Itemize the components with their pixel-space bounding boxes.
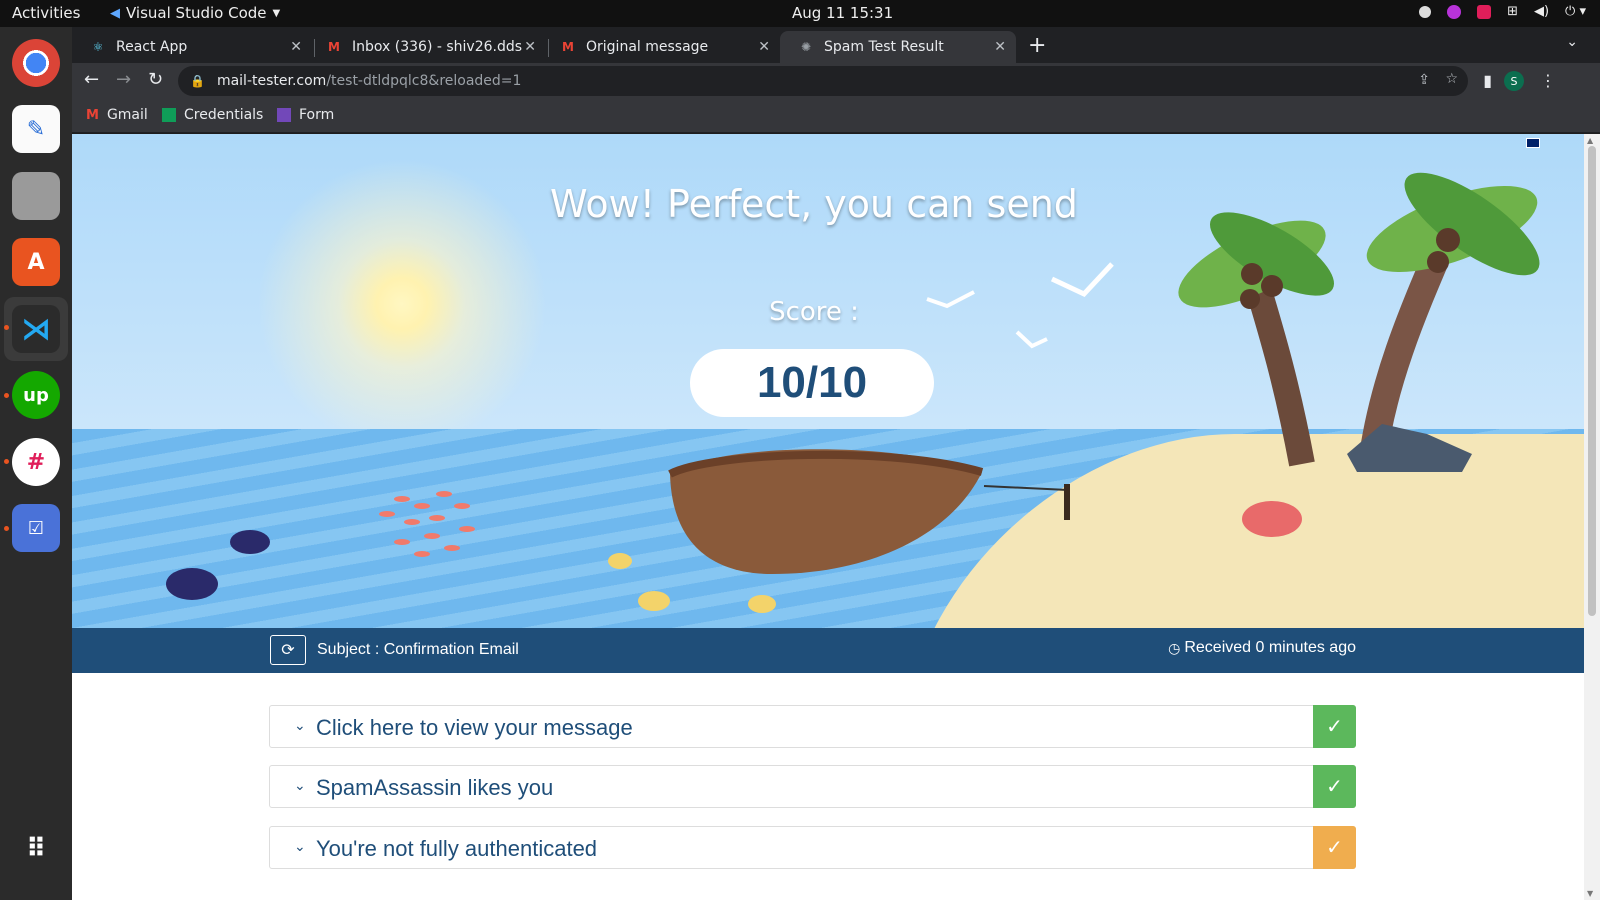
app-menu[interactable]: ◀ Visual Studio Code ▼: [110, 4, 280, 22]
check-label: SpamAssassin likes you: [316, 775, 554, 800]
side-panel-icon[interactable]: ▮: [1483, 71, 1492, 90]
forms-icon: [277, 108, 291, 122]
tab-label: Inbox (336) - shiv26.dds@: [352, 39, 522, 55]
check-panel-authentication[interactable]: ⌄ You're not fully authenticated ✓: [269, 826, 1356, 869]
chevron-down-icon: ⌄: [294, 717, 306, 733]
activities-button[interactable]: Activities: [12, 4, 80, 22]
forward-icon[interactable]: →: [116, 69, 131, 90]
score-value: 10/10: [690, 349, 934, 417]
lock-icon[interactable]: 🔒: [190, 74, 205, 88]
network-icon[interactable]: ⊞: [1507, 4, 1518, 19]
hero-illustration: Wow! Perfect, you can send Score : 10/10: [72, 134, 1584, 628]
star-icon[interactable]: ☆: [1445, 71, 1458, 87]
bookmark-label: Gmail: [106, 107, 148, 123]
running-indicator: [4, 325, 9, 330]
close-tab-icon[interactable]: ✕: [524, 39, 536, 55]
sheets-icon: [162, 108, 176, 122]
bookmark-label: Form: [299, 107, 335, 123]
check-panel-view-message[interactable]: ⌄ Click here to view your message ✓: [269, 705, 1356, 748]
close-tab-icon[interactable]: ✕: [758, 39, 770, 55]
check-warn-icon: ✓: [1313, 826, 1356, 869]
tab-label: Original message: [586, 39, 709, 55]
bookmarks-bar: M Gmail Credentials Form: [72, 99, 1600, 133]
app-menu-label: Visual Studio Code: [126, 4, 267, 22]
system-tray[interactable]: ⊞ ◀) ⏻ ▾: [1419, 4, 1586, 19]
tasks-icon[interactable]: ☑: [12, 504, 60, 552]
running-indicator: [4, 526, 9, 531]
email-subject: Subject : Confirmation Email: [317, 641, 519, 658]
back-icon[interactable]: ←: [84, 69, 99, 90]
gmail-icon: M: [328, 40, 340, 54]
check-ok-icon: ✓: [1313, 705, 1356, 748]
tab-strip: ⚛ React App ✕ M Inbox (336) - shiv26.dds…: [72, 27, 1600, 63]
caret-down-icon: ▼: [272, 7, 281, 19]
running-indicator: [4, 459, 9, 464]
chrome-icon[interactable]: [12, 39, 60, 87]
show-apps-icon[interactable]: ⠿: [12, 825, 60, 873]
close-tab-icon[interactable]: ✕: [290, 39, 302, 55]
scrollbar-thumb[interactable]: [1588, 146, 1596, 616]
received-time: ◷ Received 0 minutes ago: [1168, 639, 1356, 657]
software-center-icon[interactable]: A: [12, 238, 60, 286]
running-indicator: [4, 393, 9, 398]
power-icon[interactable]: ⏻ ▾: [1565, 4, 1586, 19]
tab-spam-test-result[interactable]: ✺ Spam Test Result ✕: [780, 31, 1016, 63]
clock[interactable]: Aug 11 15:31: [792, 4, 893, 22]
browser-toolbar: ← → ↻ 🔒 mail-tester.com/test-dtldpqlc8&r…: [72, 63, 1600, 99]
tab-search-icon[interactable]: ⌄: [1566, 34, 1578, 50]
slack-icon[interactable]: #: [12, 438, 60, 486]
check-ok-icon: ✓: [1313, 765, 1356, 808]
bookmark-gmail[interactable]: M Gmail: [86, 107, 148, 123]
menu-icon[interactable]: ⋮: [1540, 71, 1556, 90]
vscode-icon: ◀: [110, 5, 120, 21]
vscode-icon[interactable]: ⋊: [12, 305, 60, 353]
refresh-icon: ⟳: [281, 642, 295, 659]
hero-title: Wow! Perfect, you can send: [550, 182, 1078, 226]
dock: ✎ A ⋊ up # ☑ ⠿: [0, 27, 72, 900]
text-editor-icon[interactable]: ✎: [12, 105, 60, 153]
bookmark-form[interactable]: Form: [277, 107, 334, 123]
system-top-bar: Activities ◀ Visual Studio Code ▼ Aug 11…: [0, 0, 1600, 27]
score-label: Score :: [769, 297, 859, 327]
check-label: You're not fully authenticated: [316, 836, 598, 861]
address-bar[interactable]: 🔒 mail-tester.com/test-dtldpqlc8&reloade…: [178, 66, 1468, 96]
chevron-down-icon: ⌄: [294, 777, 306, 793]
received-label: Received 0 minutes ago: [1184, 639, 1356, 656]
web-page: Wow! Perfect, you can send Score : 10/10…: [72, 134, 1584, 900]
page-scrollbar[interactable]: ▲ ▼: [1584, 134, 1600, 900]
tab-label: React App: [116, 39, 188, 55]
volume-icon[interactable]: ◀): [1534, 4, 1549, 19]
reload-icon[interactable]: ↻: [148, 69, 163, 90]
bookmark-credentials[interactable]: Credentials: [162, 107, 263, 123]
scroll-up-icon[interactable]: ▲: [1587, 136, 1593, 145]
firefox-tray-icon[interactable]: [1447, 4, 1462, 19]
tab-inbox[interactable]: M Inbox (336) - shiv26.dds@ ✕: [308, 31, 546, 63]
url-host: mail-tester.com: [216, 73, 327, 89]
upwork-tray-icon[interactable]: [1419, 5, 1432, 18]
tab-original-message[interactable]: M Original message ✕: [542, 31, 780, 63]
clock-icon: ◷: [1168, 639, 1181, 656]
gmail-icon: M: [562, 40, 574, 54]
globe-icon: ✺: [800, 40, 812, 54]
language-flag-icon[interactable]: [1526, 138, 1540, 148]
share-icon[interactable]: ⇪: [1418, 72, 1430, 88]
chevron-down-icon: ⌄: [294, 838, 306, 854]
react-icon: ⚛: [92, 40, 104, 54]
tab-react-app[interactable]: ⚛ React App ✕: [72, 31, 312, 63]
upwork-icon[interactable]: up: [12, 371, 60, 419]
slack-tray-icon[interactable]: [1477, 4, 1492, 19]
bookmark-label: Credentials: [184, 107, 264, 123]
tab-label: Spam Test Result: [824, 39, 944, 55]
scroll-down-icon[interactable]: ▼: [1587, 889, 1593, 898]
url-path: /test-dtldpqlc8&reloaded=1: [326, 73, 522, 89]
profile-avatar[interactable]: S: [1504, 71, 1524, 91]
check-label: Click here to view your message: [316, 715, 633, 740]
close-tab-icon[interactable]: ✕: [994, 39, 1006, 55]
new-tab-button[interactable]: +: [1028, 33, 1046, 58]
gmail-icon: M: [86, 107, 99, 123]
subject-bar: ⟳ Subject : Confirmation Email ◷ Receive…: [72, 628, 1584, 673]
check-panel-spamassassin[interactable]: ⌄ SpamAssassin likes you ✓: [269, 765, 1356, 808]
files-icon[interactable]: [12, 172, 60, 220]
refresh-button[interactable]: ⟳: [270, 635, 306, 665]
